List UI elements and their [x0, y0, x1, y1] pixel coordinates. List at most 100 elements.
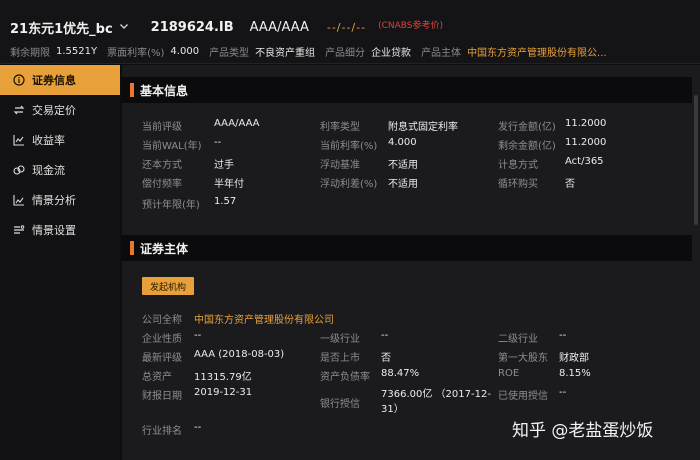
sidebar: 证券信息 交易定价 收益率 现金流 情景分析 情景设置: [0, 65, 120, 460]
cash-flow-icon: [12, 163, 26, 177]
field-value: --: [214, 137, 222, 148]
sidebar-item-cash-flow[interactable]: 现金流: [0, 155, 120, 185]
field-value: 过手: [214, 160, 234, 171]
field-label: 偿付频率: [142, 179, 182, 190]
remaining-term-label: 剩余期限: [10, 47, 50, 59]
field-label: 已使用授信: [498, 391, 548, 402]
field-value: --: [559, 387, 567, 398]
sidebar-item-yield[interactable]: 收益率: [0, 125, 120, 155]
field-label: 总资产: [142, 372, 172, 383]
header-row-1: 21东元1优先_bc 2189624.IB AAA/AAA --/--/-- (…: [10, 18, 444, 37]
field-label: 财报日期: [142, 391, 182, 402]
price-placeholder: --/--/--: [326, 20, 367, 34]
field-value: 11315.79亿: [194, 372, 252, 383]
field-label: 当前评级: [142, 122, 182, 133]
product-entity-link[interactable]: 中国东方资产管理股份有限公...: [467, 44, 607, 59]
product-type-label: 产品类型: [209, 47, 250, 59]
sidebar-item-security-info[interactable]: 证券信息: [0, 65, 120, 95]
sidebar-item-scenario-settings[interactable]: 情景设置: [0, 215, 120, 245]
field-value: 11.2000: [565, 137, 607, 148]
basic-info-section-header: 基本信息: [122, 77, 692, 103]
field-label: 银行授信: [320, 399, 360, 410]
field-label: 资产负债率: [320, 372, 370, 383]
field-value: 附息式固定利率: [388, 122, 458, 133]
field-label: 浮动基准: [320, 160, 360, 171]
zhihu-watermark: 知乎 @老盐蛋炒饭: [512, 421, 654, 441]
chevron-down-icon[interactable]: [119, 21, 129, 34]
field-value: --: [559, 330, 567, 341]
field-value: 7366.00亿 （2017-12-31）: [381, 389, 491, 415]
section-accent-bar: [130, 241, 134, 255]
field-value: 88.47%: [381, 368, 420, 379]
vertical-scrollbar[interactable]: [694, 95, 698, 225]
entity-section-header: 证券主体: [122, 235, 692, 261]
field-value: 财政部: [559, 353, 589, 364]
field-label: 当前利率(%): [320, 141, 378, 152]
sidebar-item-label: 情景分析: [32, 194, 76, 207]
field-value: 否: [381, 353, 391, 364]
sidebar-item-label: 收益率: [32, 134, 65, 147]
field-value: 8.15%: [559, 368, 591, 379]
exchange-icon: [12, 103, 26, 117]
field-value: Act/365: [565, 156, 604, 167]
sidebar-item-label: 现金流: [32, 164, 65, 177]
analysis-chart-icon: [12, 193, 26, 207]
field-label: 是否上市: [320, 353, 360, 364]
remaining-term-value: 1.5521Y: [56, 45, 98, 57]
field-value: --: [194, 422, 202, 433]
field-label: 浮动利差(%): [320, 179, 378, 190]
field-label: 计息方式: [498, 160, 538, 171]
sidebar-item-label: 证券信息: [32, 74, 76, 87]
main-panel: 基本信息 当前评级 AAA/AAA 利率类型 附息式固定利率 发行金额(亿) 1…: [122, 65, 700, 460]
field-value: 不适用: [388, 160, 418, 171]
field-value: 半年付: [214, 179, 244, 190]
security-code: 2189624.IB: [150, 19, 234, 35]
field-label: 剩余金额(亿): [498, 141, 556, 152]
field-value: --: [194, 330, 202, 341]
entity-title: 证券主体: [140, 241, 189, 256]
security-rating: AAA/AAA: [249, 19, 309, 35]
price-source-note: (CNABS参考价): [378, 20, 444, 31]
sidebar-item-label: 交易定价: [32, 104, 76, 117]
field-label: 发行金额(亿): [498, 122, 556, 133]
field-label: 第一大股东: [498, 353, 548, 364]
basic-info-title: 基本信息: [140, 83, 189, 98]
field-value: 2019-12-31: [194, 387, 253, 398]
field-value: 否: [565, 179, 575, 190]
product-subtype-label: 产品细分: [325, 47, 366, 59]
security-header: 21东元1优先_bc 2189624.IB AAA/AAA --/--/-- (…: [0, 0, 700, 64]
product-entity-label: 产品主体: [421, 47, 462, 59]
field-label: 循环购买: [498, 179, 538, 190]
field-label: 一级行业: [320, 334, 360, 345]
sidebar-item-scenario-analysis[interactable]: 情景分析: [0, 185, 120, 215]
field-label: ROE: [498, 368, 520, 379]
line-chart-icon: [12, 133, 26, 147]
company-name-label: 公司全称: [142, 315, 182, 326]
section-accent-bar: [130, 83, 134, 97]
settings-list-icon: [12, 223, 26, 237]
field-value: 不适用: [388, 179, 418, 190]
field-value: 1.57: [214, 196, 237, 207]
field-label: 行业排名: [142, 426, 182, 437]
field-label: 当前WAL(年): [142, 141, 202, 152]
field-value: --: [381, 330, 389, 341]
field-value: AAA (2018-08-03): [194, 349, 285, 360]
product-subtype-value: 企业贷款: [371, 47, 412, 59]
field-value: AAA/AAA: [214, 118, 260, 129]
coupon-rate-label: 票面利率(%): [107, 47, 165, 59]
field-label: 企业性质: [142, 334, 182, 345]
field-value: 11.2000: [565, 118, 607, 129]
field-label: 还本方式: [142, 160, 182, 171]
field-label: 利率类型: [320, 122, 360, 133]
sidebar-item-trade-pricing[interactable]: 交易定价: [0, 95, 120, 125]
coupon-rate-value: 4.000: [170, 45, 200, 57]
field-value: 4.000: [388, 137, 417, 148]
field-label: 二级行业: [498, 334, 538, 345]
info-circle-icon: [12, 73, 26, 87]
product-type-value: 不良资产重组: [255, 47, 316, 59]
originator-button[interactable]: 发起机构: [142, 277, 195, 295]
company-name-link[interactable]: 中国东方资产管理股份有限公司: [194, 311, 334, 326]
security-title[interactable]: 21东元1优先_bc: [10, 18, 113, 37]
field-label: 预计年限(年): [142, 200, 200, 211]
header-row-2: 剩余期限 1.5521Y 票面利率(%) 4.000 产品类型 不良资产重组 产…: [10, 44, 617, 59]
